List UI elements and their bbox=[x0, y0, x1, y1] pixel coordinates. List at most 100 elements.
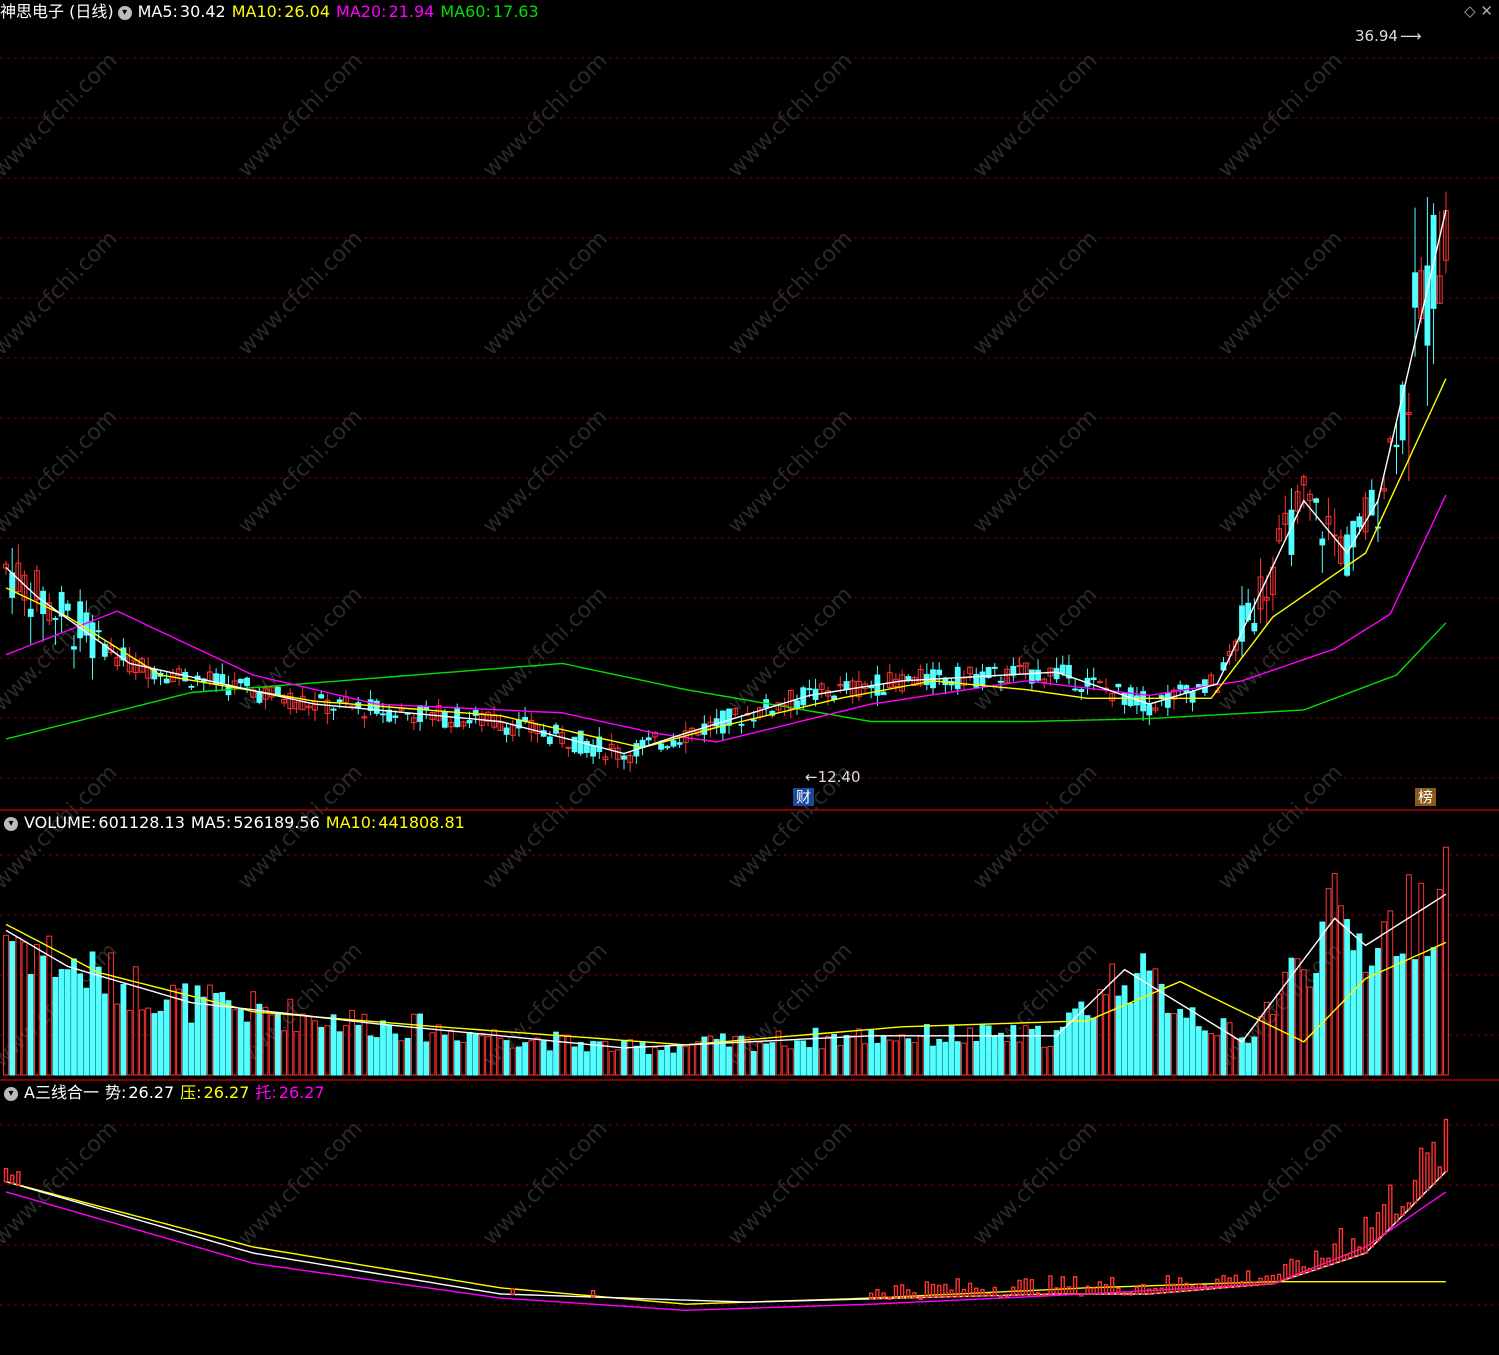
low-price-label: ←12.40 bbox=[802, 768, 864, 786]
volume-bar bbox=[522, 1042, 529, 1076]
volume-bar bbox=[645, 1053, 652, 1076]
volume-bar bbox=[664, 1045, 671, 1076]
indicator-bar bbox=[1023, 1278, 1028, 1296]
watermark-text: www.cfchi.com bbox=[1213, 226, 1347, 360]
chart-canvas[interactable]: www.cfchi.com www.cfchi.com www.cfchi.com w… bbox=[0, 0, 1499, 1351]
candle-body bbox=[244, 677, 250, 687]
volume-bar bbox=[682, 1046, 689, 1076]
candle-body bbox=[1164, 692, 1171, 708]
volume-bar bbox=[707, 1035, 714, 1076]
candle-body bbox=[188, 685, 195, 688]
volume-bar bbox=[905, 1038, 912, 1076]
watermark-text: www.cfchi.com bbox=[233, 226, 367, 360]
volume-bar bbox=[917, 1035, 924, 1076]
volume-bar bbox=[398, 1040, 405, 1076]
volume-bar bbox=[868, 1029, 875, 1076]
indicator-bar bbox=[1351, 1238, 1356, 1258]
volume-bar bbox=[633, 1045, 640, 1076]
volume-bar bbox=[114, 1003, 121, 1076]
candle-body bbox=[27, 608, 34, 617]
volume-bar bbox=[991, 1036, 998, 1076]
volume-bar bbox=[1251, 1036, 1258, 1076]
arrow-right-icon: ⟶ bbox=[1399, 27, 1422, 45]
volume-bar bbox=[472, 1033, 479, 1076]
volume-bar bbox=[1041, 1046, 1048, 1076]
candle-body bbox=[1146, 704, 1153, 716]
volume-bar bbox=[1146, 970, 1153, 1076]
volume-bar bbox=[392, 1033, 399, 1076]
candle-body bbox=[1356, 516, 1363, 528]
indicator-bar bbox=[1443, 1118, 1449, 1173]
volume-bar bbox=[176, 988, 182, 1076]
candle-body bbox=[52, 617, 59, 620]
indicator-title[interactable]: A三线合一 bbox=[24, 1083, 99, 1102]
stock-chart[interactable]: www.cfchi.com www.cfchi.com www.cfchi.com w… bbox=[0, 0, 1499, 1351]
volume-bar bbox=[157, 1010, 164, 1076]
watermark-text: www.cfchi.com bbox=[0, 1116, 123, 1250]
volume-bar bbox=[1189, 1007, 1196, 1076]
volume-bar bbox=[1362, 971, 1369, 1076]
volume-bar bbox=[429, 1032, 436, 1076]
volume-bar bbox=[1337, 905, 1344, 1076]
indicator-bar bbox=[1147, 1288, 1152, 1295]
volume-bar bbox=[200, 996, 207, 1076]
indicator-bar bbox=[3, 1167, 9, 1183]
volume-bar bbox=[1127, 1002, 1134, 1076]
candle-body bbox=[225, 685, 232, 696]
volume-bar bbox=[169, 984, 176, 1076]
tuo-label: 托: bbox=[255, 1083, 277, 1102]
candle-body bbox=[441, 711, 448, 728]
stock-title[interactable]: 神思电子 (日线) bbox=[0, 2, 114, 21]
watermark-text: www.cfchi.com bbox=[478, 404, 612, 538]
volume-bar bbox=[750, 1051, 757, 1076]
candle-body bbox=[472, 709, 479, 716]
diamond-icon[interactable]: ◇ bbox=[1464, 2, 1476, 20]
volume-bar bbox=[126, 1009, 133, 1076]
settings-chevron-icon[interactable]: ▾ bbox=[117, 5, 132, 20]
close-icon[interactable]: ✕ bbox=[1480, 2, 1493, 20]
volume-bar bbox=[831, 1033, 838, 1076]
volume-bar bbox=[1418, 882, 1425, 1076]
indicator-bar bbox=[1431, 1141, 1436, 1185]
candle-body bbox=[71, 646, 77, 650]
ranking-event-tag[interactable]: 榜 bbox=[1415, 788, 1437, 806]
candle-body bbox=[843, 681, 850, 690]
indicator-bar bbox=[967, 1282, 973, 1297]
volume-bar bbox=[596, 1041, 603, 1076]
volume-bar bbox=[367, 1035, 374, 1076]
volume-bar bbox=[454, 1040, 461, 1076]
volume-bar bbox=[608, 1050, 615, 1076]
tuo-value: 26.27 bbox=[278, 1083, 325, 1102]
indicator-bar bbox=[1060, 1276, 1065, 1295]
volume-bar bbox=[324, 1025, 331, 1076]
indicator-bar bbox=[1381, 1204, 1387, 1235]
volume-bar bbox=[553, 1031, 559, 1076]
watermark-text: www.cfchi.com bbox=[0, 226, 123, 360]
indicator-bar bbox=[1072, 1276, 1078, 1295]
candle-body bbox=[219, 673, 226, 684]
volume-bar bbox=[1375, 948, 1381, 1076]
volume-bar bbox=[1090, 1017, 1097, 1076]
indicator-bar bbox=[1283, 1263, 1288, 1281]
volume-bar bbox=[361, 1013, 368, 1076]
volume-bar bbox=[410, 1013, 417, 1076]
indicator-bar bbox=[974, 1287, 979, 1297]
volume-chevron-icon[interactable]: ▾ bbox=[4, 816, 18, 831]
volume-bar bbox=[237, 1009, 244, 1076]
candle-body bbox=[713, 718, 720, 727]
finance-event-tag[interactable]: 财 bbox=[793, 788, 815, 806]
volume-bar bbox=[787, 1048, 794, 1076]
ma5-label: MA5: bbox=[137, 2, 178, 21]
candle-body bbox=[979, 671, 986, 686]
volume-bar bbox=[837, 1045, 844, 1076]
candle-body bbox=[998, 680, 1004, 683]
volume-bar bbox=[1010, 1025, 1017, 1076]
ma10-label: MA10: bbox=[231, 2, 283, 21]
indicator-bar bbox=[1048, 1275, 1053, 1295]
indicator-chevron-icon[interactable]: ▾ bbox=[4, 1086, 18, 1101]
indicator-bar bbox=[986, 1292, 991, 1297]
volume-value: 601128.13 bbox=[98, 813, 185, 832]
indicator-bar bbox=[1301, 1266, 1307, 1275]
candle-body bbox=[1412, 272, 1418, 308]
indicator-bar bbox=[1270, 1274, 1276, 1285]
